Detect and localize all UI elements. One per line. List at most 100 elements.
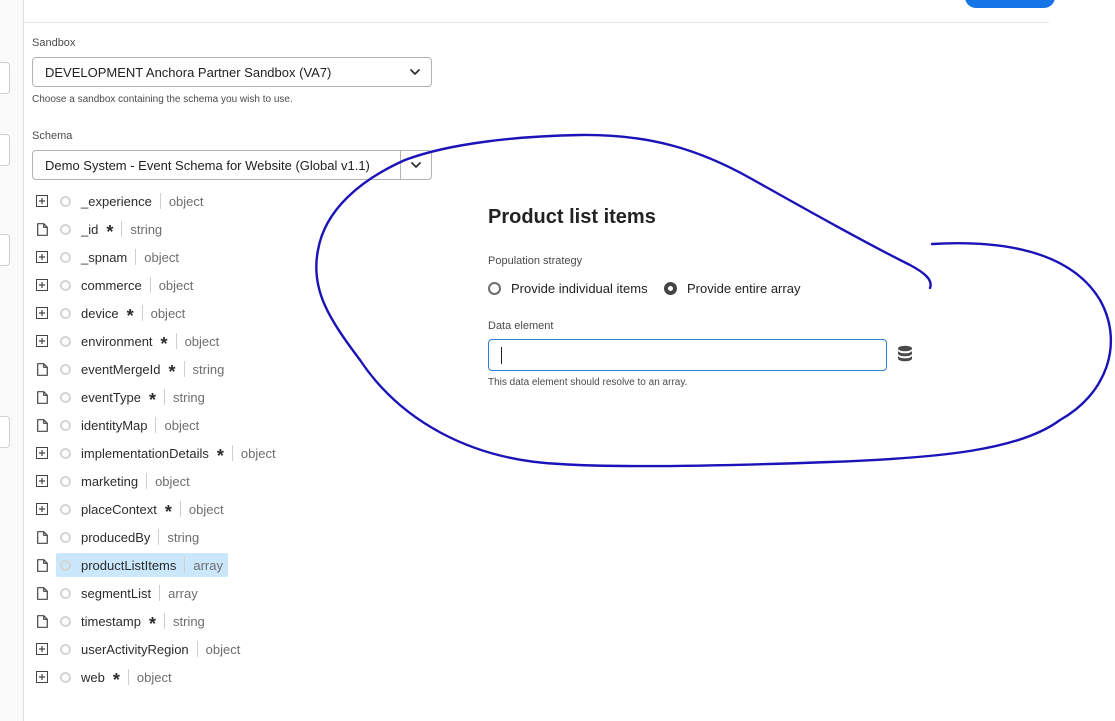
- document-icon: [36, 558, 48, 572]
- schema-combobox[interactable]: Demo System - Event Schema for Website (…: [32, 150, 432, 180]
- row-radio-icon[interactable]: [60, 195, 71, 207]
- type-separator: [135, 249, 137, 265]
- row-radio-icon[interactable]: [60, 531, 71, 543]
- type-separator: [164, 389, 166, 405]
- row-radio-icon[interactable]: [60, 615, 71, 627]
- type-separator: [141, 305, 143, 321]
- tree-item-type: array: [193, 557, 223, 573]
- primary-action-button[interactable]: [965, 0, 1055, 8]
- tree-row[interactable]: timestamp * string: [36, 609, 205, 633]
- document-icon: [36, 222, 48, 236]
- document-icon: [36, 418, 48, 432]
- document-icon: [36, 530, 48, 544]
- tree-item-name: segmentList: [81, 585, 152, 601]
- expand-plus-icon[interactable]: [36, 279, 48, 291]
- row-radio-icon[interactable]: [60, 559, 71, 571]
- document-icon: [36, 586, 48, 600]
- tree-item-name: eventType: [81, 389, 141, 405]
- tree-row[interactable]: identityMap object: [36, 413, 199, 437]
- tree-item-name: _experience: [81, 193, 152, 209]
- required-asterisk-icon: *: [160, 334, 168, 354]
- expand-plus-icon[interactable]: [36, 475, 48, 487]
- row-radio-icon[interactable]: [60, 279, 71, 291]
- expand-plus-icon[interactable]: [36, 503, 48, 515]
- schema-combobox-value: Demo System - Event Schema for Website (…: [45, 157, 370, 173]
- tree-row[interactable]: _id * string: [36, 217, 162, 241]
- row-radio-icon[interactable]: [60, 363, 71, 375]
- required-asterisk-icon: *: [164, 502, 172, 522]
- tree-row[interactable]: marketing object: [36, 469, 190, 493]
- tree-row[interactable]: eventType * string: [36, 385, 205, 409]
- database-icon[interactable]: [897, 345, 913, 363]
- type-separator: [159, 193, 161, 209]
- schema-dropdown-button[interactable]: [400, 151, 431, 179]
- panel-title: Product list items: [488, 206, 656, 228]
- tree-item-name: placeContext: [81, 501, 157, 517]
- tree-row[interactable]: environment * object: [36, 329, 219, 353]
- row-radio-icon[interactable]: [60, 251, 71, 263]
- row-radio-icon[interactable]: [60, 223, 71, 235]
- sandbox-select-value: DEVELOPMENT Anchora Partner Sandbox (VA7…: [45, 64, 332, 80]
- tree-row[interactable]: eventMergeId * string: [36, 357, 224, 381]
- radio-provide-entire-array[interactable]: Provide entire array: [664, 281, 800, 296]
- rail-field-2[interactable]: [0, 134, 10, 166]
- data-element-input[interactable]: [488, 339, 887, 371]
- rail-field-1[interactable]: [0, 62, 10, 94]
- tree-item-name: identityMap: [81, 417, 148, 433]
- tree-row[interactable]: device * object: [36, 301, 185, 325]
- required-asterisk-icon: *: [168, 362, 176, 382]
- row-radio-icon[interactable]: [60, 475, 71, 487]
- sandbox-select[interactable]: DEVELOPMENT Anchora Partner Sandbox (VA7…: [32, 57, 432, 87]
- radio-checked-icon[interactable]: [664, 282, 677, 295]
- expand-plus-icon[interactable]: [36, 643, 48, 655]
- tree-row[interactable]: placeContext * object: [36, 497, 224, 521]
- tree-row[interactable]: productListItems array: [36, 553, 223, 577]
- tree-row[interactable]: _experience object: [36, 189, 204, 213]
- tree-item-name: producedBy: [81, 529, 151, 545]
- row-radio-icon[interactable]: [60, 391, 71, 403]
- expand-plus-icon[interactable]: [36, 335, 48, 347]
- tree-row[interactable]: _spnam object: [36, 245, 179, 269]
- expand-plus-icon[interactable]: [36, 447, 48, 459]
- left-rail: [0, 0, 24, 721]
- type-separator: [155, 417, 157, 433]
- type-separator: [183, 361, 185, 377]
- chevron-down-icon: [410, 69, 420, 75]
- tree-row[interactable]: commerce object: [36, 273, 193, 297]
- tree-row[interactable]: producedBy string: [36, 525, 199, 549]
- expand-plus-icon[interactable]: [36, 251, 48, 263]
- row-radio-icon[interactable]: [60, 643, 71, 655]
- row-radio-icon[interactable]: [60, 419, 71, 431]
- row-radio-icon[interactable]: [60, 587, 71, 599]
- tree-item-type: string: [167, 529, 200, 545]
- rail-field-3[interactable]: [0, 234, 10, 266]
- row-radio-icon[interactable]: [60, 335, 71, 347]
- tree-item-type: object: [136, 669, 172, 685]
- sandbox-help-text: Choose a sandbox containing the schema y…: [32, 94, 293, 105]
- tree-item-name: implementationDetails: [81, 445, 209, 461]
- required-asterisk-icon: *: [126, 306, 134, 326]
- radio-label-individual: Provide individual items: [511, 281, 648, 296]
- expand-plus-icon[interactable]: [36, 307, 48, 319]
- tree-row[interactable]: segmentList array: [36, 581, 198, 605]
- radio-provide-individual-items[interactable]: Provide individual items: [488, 281, 648, 296]
- tree-row[interactable]: web * object: [36, 665, 172, 689]
- row-radio-icon[interactable]: [60, 503, 71, 515]
- rail-field-4[interactable]: [0, 416, 10, 448]
- row-radio-icon[interactable]: [60, 307, 71, 319]
- radio-label-entire: Provide entire array: [687, 281, 801, 296]
- tree-row[interactable]: userActivityRegion object: [36, 637, 240, 661]
- type-separator: [175, 333, 177, 349]
- tree-item-type: string: [172, 613, 205, 629]
- type-separator: [163, 613, 165, 629]
- tree-item-type: object: [155, 473, 190, 489]
- tree-item-type: string: [130, 221, 163, 237]
- type-separator: [121, 221, 123, 237]
- radio-unchecked-icon[interactable]: [488, 282, 501, 295]
- row-radio-icon[interactable]: [60, 671, 71, 683]
- row-radio-icon[interactable]: [60, 447, 71, 459]
- expand-plus-icon[interactable]: [36, 671, 48, 683]
- tree-row[interactable]: implementationDetails * object: [36, 441, 276, 465]
- expand-plus-icon[interactable]: [36, 195, 48, 207]
- tree-item-name: commerce: [81, 277, 142, 293]
